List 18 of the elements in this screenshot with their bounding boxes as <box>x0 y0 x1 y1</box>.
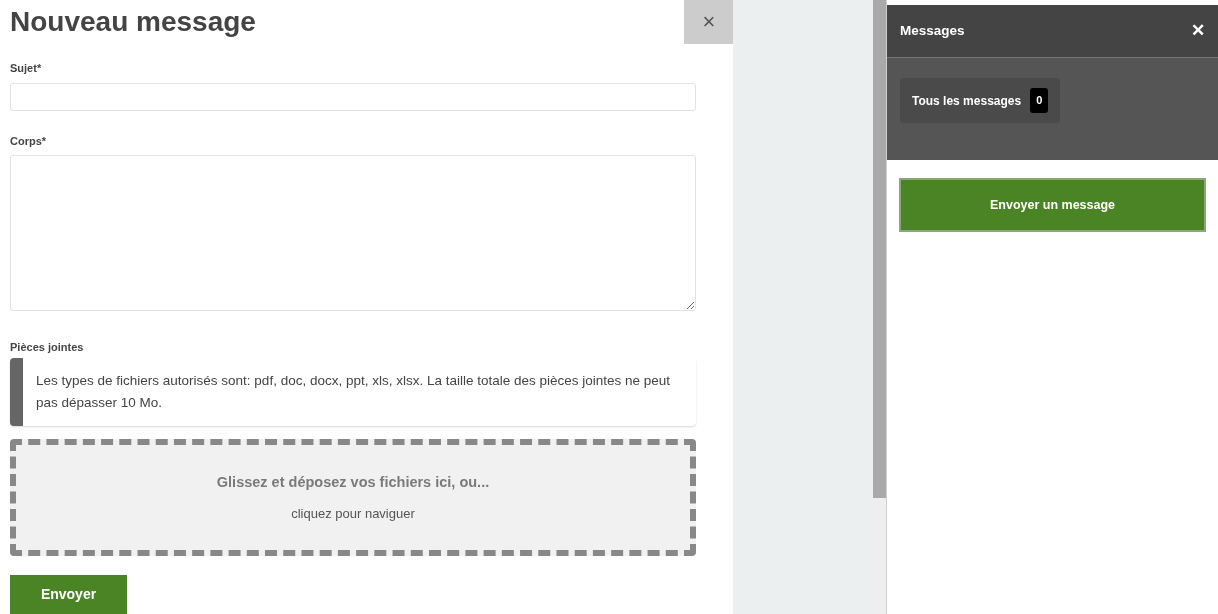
panel-title: Messages <box>900 21 965 40</box>
drop-zone-hint: cliquez pour naviguer <box>291 504 415 523</box>
field-label: Corps* <box>10 133 48 149</box>
body-field[interactable] <box>10 155 696 311</box>
send-button[interactable]: Envoyer <box>10 575 127 614</box>
close-button[interactable]: × <box>684 0 734 44</box>
scrollbar-thumb[interactable] <box>873 0 886 498</box>
close-button[interactable]: ✕ <box>1191 18 1205 44</box>
send-message-button[interactable]: Envoyer un message <box>899 178 1206 232</box>
dialog-title: Nouveau message <box>10 5 256 39</box>
filter-button[interactable]: Tous les messages 0 <box>900 78 1061 123</box>
info-note: Les types de fichiers autorisés sont: pdf, doc, docx, ppt, xls, xlsx. La taille totale des pièces jointes ne peut pas dépasser 10 Mo. <box>10 358 696 427</box>
drop-zone-title: Glissez et déposez vos fichiers ici, ou... <box>216 473 490 493</box>
field-label: Sujet* <box>10 61 43 76</box>
drop-zone[interactable]: Glissez et déposez vos fichiers ici, ou... cliquez pour naviguer <box>10 439 696 557</box>
field-label: Pièces jointes <box>10 339 85 355</box>
count-badge: 0 <box>1030 88 1049 113</box>
subject-field[interactable] <box>10 82 696 111</box>
